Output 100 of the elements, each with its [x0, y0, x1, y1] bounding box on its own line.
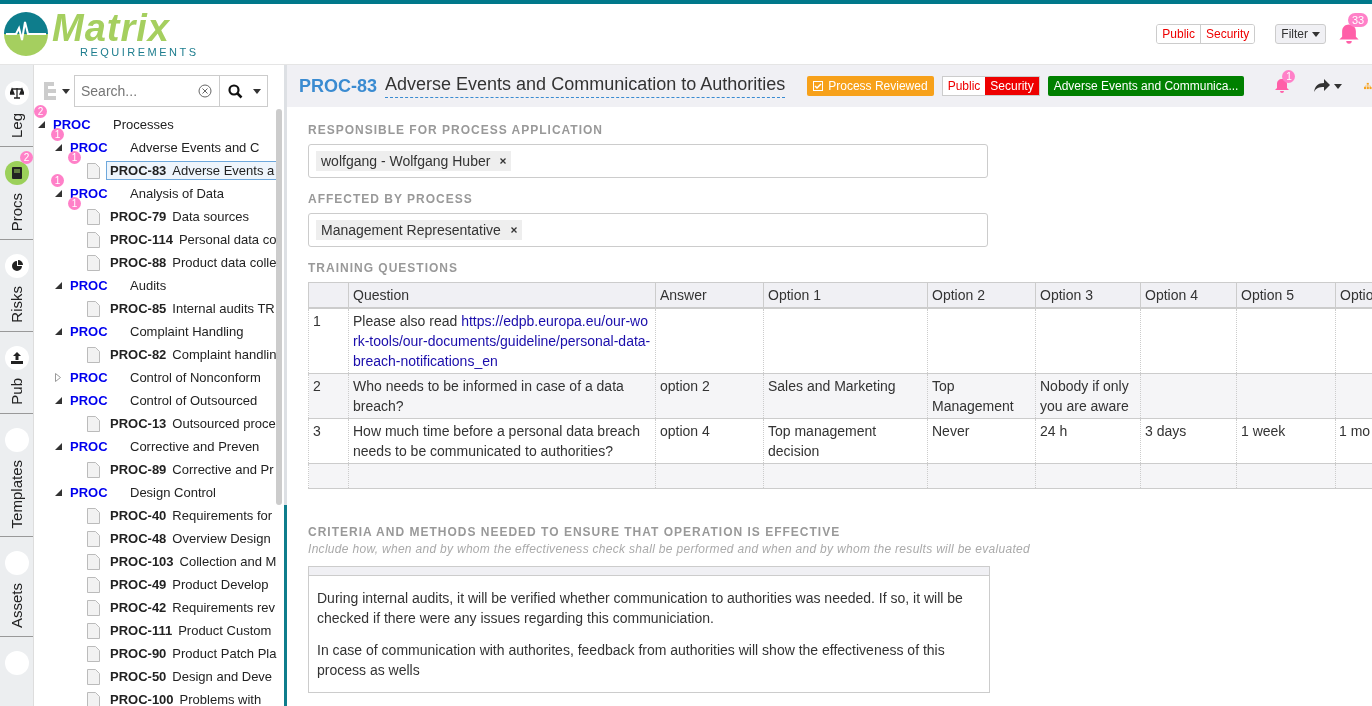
folder-title[interactable]: Control of Outsourced	[130, 393, 258, 408]
table-cell: Top Management	[927, 373, 1036, 419]
folder-title[interactable]: Control of Nonconform	[130, 370, 261, 385]
tree-item[interactable]: PROC-85 Internal audits TR	[106, 299, 279, 318]
folder-title[interactable]: Processes	[113, 117, 174, 132]
tree-item[interactable]: PROC-42 Requirements rev	[106, 598, 279, 617]
document-icon	[87, 415, 100, 432]
folder-title[interactable]: Analysis of Data	[130, 186, 224, 201]
tree-item[interactable]: PROC-13 Outsourced proce	[106, 414, 280, 433]
column-header: Option 1	[763, 282, 928, 308]
remove-icon[interactable]	[510, 227, 517, 233]
checkbox-icon	[813, 81, 824, 91]
collapsed-icon[interactable]	[55, 373, 61, 382]
expanded-icon[interactable]	[38, 121, 45, 128]
table-cell: 1 week	[1236, 418, 1336, 464]
text-editor[interactable]	[308, 566, 990, 693]
table-cell: 3 days	[1140, 418, 1237, 464]
category-tag[interactable]: Adverse Events and Communica...	[1047, 76, 1245, 96]
side-tab[interactable]: Risks	[0, 240, 33, 333]
label-tag[interactable]: Security	[985, 77, 1039, 95]
table-cell: 1	[308, 308, 349, 374]
column-header	[308, 282, 349, 308]
document-icon	[87, 254, 100, 271]
paragraph: In case of communication with authorites, feedback from authorities will show the effectiveness of this process as wells	[317, 641, 946, 680]
tree-item[interactable]: PROC-48 Overview Design	[106, 529, 275, 548]
side-tab[interactable]: 2 Procs	[0, 147, 33, 241]
expanded-icon[interactable]	[55, 489, 62, 496]
side-tab[interactable]: Assets	[0, 537, 33, 638]
label-filter[interactable]: Security	[1199, 25, 1255, 43]
table-cell: 3	[308, 418, 349, 464]
folder-title[interactable]: Corrective and Preven	[130, 439, 260, 454]
tree-icon	[44, 82, 58, 100]
tag-field[interactable]: Management Representative	[308, 213, 988, 247]
document-icon	[87, 645, 100, 662]
bell-icon[interactable]	[1338, 23, 1360, 45]
tree-item[interactable]: PROC-111 Product Custom	[106, 621, 276, 640]
document-icon	[87, 553, 100, 570]
tree-item[interactable]: PROC-89 Corrective and Pr	[106, 460, 278, 479]
side-tab[interactable]: Leg	[0, 65, 33, 148]
column-header: Option 4	[1140, 282, 1237, 308]
table-cell: 2	[308, 373, 349, 419]
caret-icon	[253, 88, 261, 94]
side-tab[interactable]: Pub	[0, 332, 33, 414]
expanded-icon[interactable]	[55, 443, 62, 450]
tree-item[interactable]: PROC-88 Product data colle	[106, 253, 281, 272]
section-heading: TRAINING QUESTIONS	[308, 261, 459, 275]
remove-icon[interactable]	[500, 158, 507, 164]
table-cell: Never	[927, 418, 1036, 464]
document-icon	[87, 346, 100, 363]
item-title[interactable]: Adverse Events and Communication to Authorities	[385, 74, 786, 98]
tag-chip[interactable]: Management Representative	[316, 220, 522, 240]
search-button[interactable]	[220, 75, 268, 107]
table-cell: option 2	[655, 373, 764, 419]
tree-item[interactable]: PROC-79 Data sources	[106, 207, 253, 226]
search-icon	[228, 83, 243, 99]
column-header: Question	[348, 282, 656, 308]
table-cell: How much time before a personal data breach needs to be communicated to authorities?	[348, 418, 656, 464]
table-cell: 24 h	[1035, 418, 1141, 464]
expanded-icon[interactable]	[55, 397, 62, 404]
notification-count: 1	[1282, 70, 1296, 83]
document-icon	[87, 668, 100, 685]
search-field[interactable]: Search...	[74, 75, 220, 107]
tag-field[interactable]: wolfgang - Wolfgang Huber	[308, 144, 988, 178]
tag-chip[interactable]: wolfgang - Wolfgang Huber	[316, 151, 512, 171]
tree-item[interactable]: PROC-100 Problems with	[106, 690, 266, 706]
category-id: PROC	[70, 278, 109, 293]
document-icon	[87, 622, 100, 639]
clear-icon[interactable]	[198, 84, 212, 98]
caret-icon	[62, 88, 70, 94]
document-icon	[87, 507, 100, 524]
document-icon	[87, 576, 100, 593]
tree-item[interactable]: PROC-50 Design and Deve	[106, 667, 277, 686]
column-header: Option 2	[927, 282, 1036, 308]
tree-item[interactable]: PROC-90 Product Patch Pla	[106, 644, 281, 663]
expanded-icon[interactable]	[55, 282, 62, 289]
document-icon	[87, 208, 100, 225]
expanded-icon[interactable]	[55, 190, 62, 197]
table-cell: Who needs to be informed in case of a data breach?	[348, 373, 656, 419]
expanded-icon[interactable]	[55, 328, 62, 335]
scrollbar[interactable]	[276, 109, 282, 505]
table-cell: Top management decision	[763, 418, 928, 464]
tree-item[interactable]: PROC-83 Adverse Events a	[106, 161, 279, 180]
tree-view-button[interactable]	[44, 82, 70, 100]
tree-item[interactable]: PROC-114 Personal data co	[106, 230, 281, 249]
filter-button[interactable]: Filter	[1275, 24, 1326, 44]
folder-title[interactable]: Audits	[130, 278, 167, 293]
expanded-icon[interactable]	[55, 144, 62, 151]
folder-title[interactable]: Complaint Handling	[130, 324, 244, 339]
tree-item[interactable]: PROC-49 Product Develop	[106, 575, 273, 594]
share-button[interactable]	[1314, 79, 1343, 93]
folder-title[interactable]: Design Control	[130, 485, 216, 500]
table-cell: option 4	[655, 418, 764, 464]
section-heading: RESPONSIBLE FOR PROCESS APPLICATION	[308, 123, 605, 137]
label-tag[interactable]: Public	[942, 77, 986, 95]
tree-item[interactable]: PROC-82 Complaint handlin	[106, 345, 281, 364]
tree-item[interactable]: PROC-40 Requirements for	[106, 506, 277, 525]
folder-title[interactable]: Adverse Events and C	[130, 140, 260, 155]
side-tab[interactable]: Templates	[0, 413, 33, 538]
category-id: PROC	[70, 439, 109, 454]
tree-item[interactable]: PROC-103 Collection and M	[106, 552, 281, 571]
